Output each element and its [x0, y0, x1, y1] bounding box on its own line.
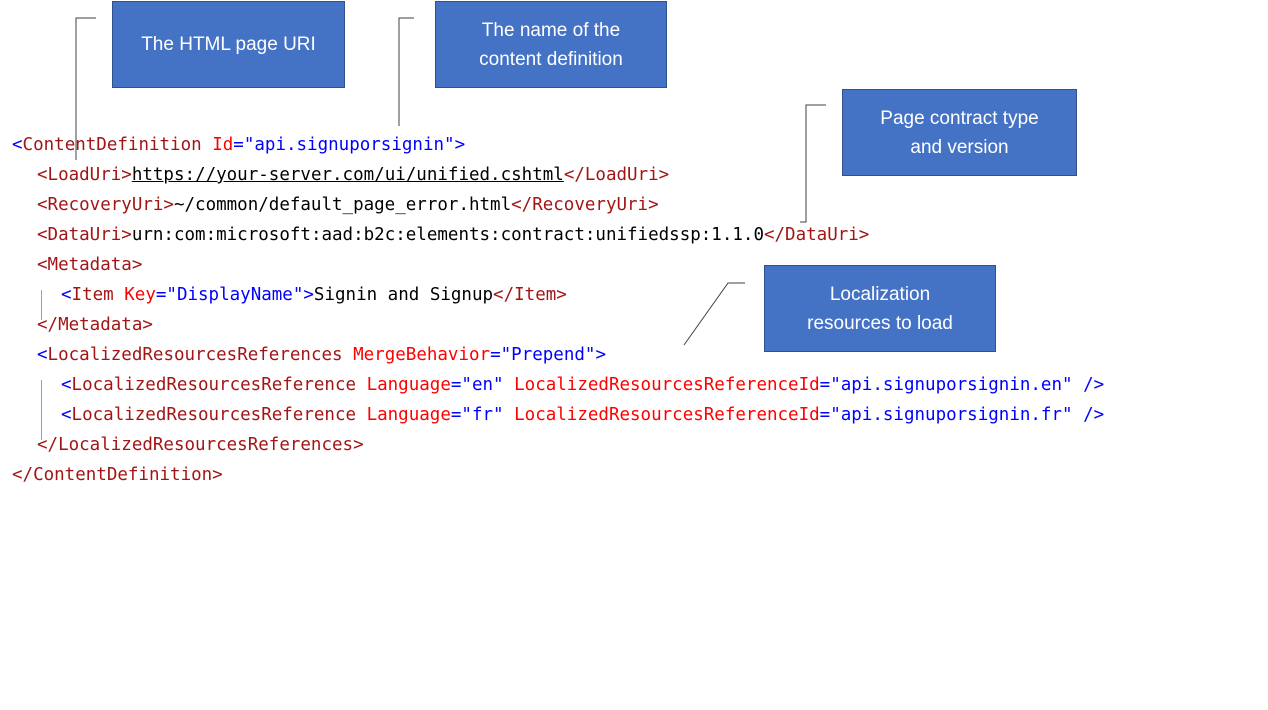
code-line: <DataUri>urn:com:microsoft:aad:b2c:eleme… [37, 225, 870, 245]
code-line: <LoadUri>https://your-server.com/ui/unif… [37, 165, 670, 185]
code-line: <RecoveryUri>~/common/default_page_error… [37, 195, 659, 215]
code-line: </Metadata> [37, 315, 153, 335]
code-line: </LocalizedResourcesReferences> [37, 435, 364, 455]
xml-code-block: <ContentDefinition Id="api.signuporsigni… [12, 130, 1104, 710]
leader-line-content-name [398, 17, 414, 126]
code-line: <LocalizedResourcesReference Language="e… [61, 375, 1105, 395]
code-line: <Item Key="DisplayName">Signin and Signu… [61, 285, 567, 305]
code-line: <ContentDefinition Id="api.signuporsigni… [12, 135, 466, 155]
code-line: <LocalizedResourcesReference Language="f… [61, 405, 1105, 425]
leader-line-page-contract [800, 104, 826, 223]
code-line: <Metadata> [37, 255, 143, 275]
leader-line-localization [683, 282, 745, 346]
code-line: </ContentDefinition> [12, 465, 223, 485]
load-uri-value: https://your-server.com/ui/unified.cshtm… [131, 165, 564, 185]
code-line: <LocalizedResourcesReferences MergeBehav… [37, 345, 606, 365]
